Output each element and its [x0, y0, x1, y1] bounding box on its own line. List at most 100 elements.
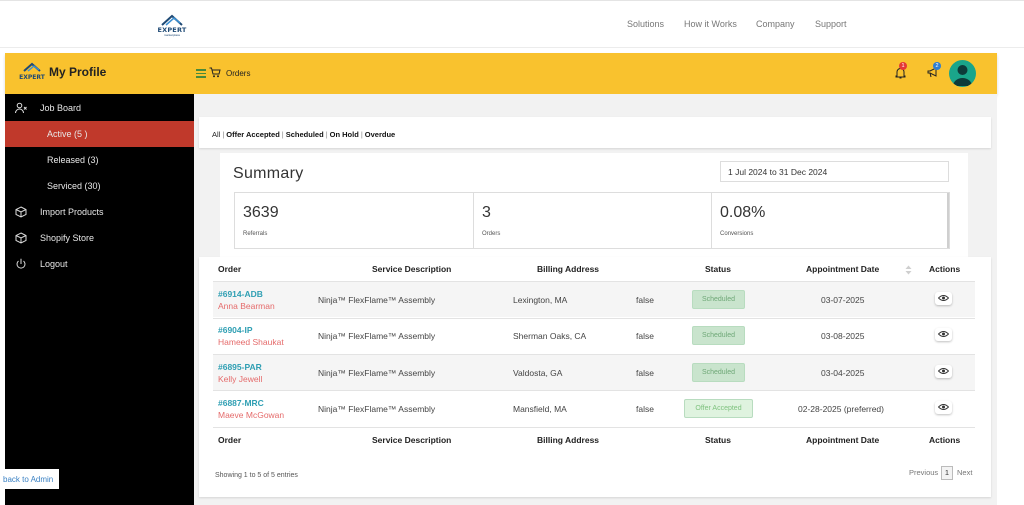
filter-all[interactable]: All: [212, 130, 220, 139]
flag-value: false: [636, 331, 654, 341]
sidebar-item-label: Logout: [40, 259, 68, 269]
box-icon: [15, 206, 27, 218]
eye-icon: [938, 295, 949, 301]
stat-label: Referrals: [243, 231, 268, 237]
service-description: Ninja™ FlexFlame™ Assembly: [318, 295, 436, 305]
stat-conversions: 0.08% Conversions: [712, 193, 949, 248]
stat-value: 3: [482, 204, 491, 221]
avatar[interactable]: [949, 60, 976, 87]
sidebar-item-logout[interactable]: Logout: [5, 251, 194, 277]
entries-info: Showing 1 to 5 of 5 entries: [215, 472, 298, 479]
sidebar-item-shopify-store[interactable]: Shopify Store: [5, 225, 194, 251]
svg-text:EXPERT: EXPERT: [19, 74, 46, 81]
house-roof-icon: EXPERT: [19, 62, 46, 81]
stat-referrals: 3639 Referrals: [235, 193, 474, 248]
filter-on-hold[interactable]: On Hold: [330, 130, 359, 139]
customer-name: Anna Bearman: [218, 301, 275, 311]
status-filter-bar: All | Offer Accepted | Scheduled | On Hold | Ove…: [199, 117, 991, 148]
nav-how-it-works[interactable]: How it Works: [684, 19, 737, 29]
billing-address: Lexington, MA: [513, 295, 568, 305]
service-description: Ninja™ FlexFlame™ Assembly: [318, 404, 436, 414]
pager-next[interactable]: Next: [957, 468, 972, 477]
house-roof-icon: [161, 14, 183, 26]
status-badge: Scheduled: [692, 290, 745, 309]
box-icon: [15, 232, 27, 244]
sidebar-item-label: Shopify Store: [40, 233, 95, 243]
order-id-link[interactable]: #6895-PAR: [218, 362, 262, 372]
billing-address: Mansfield, MA: [513, 404, 567, 414]
view-order-button[interactable]: [935, 292, 952, 305]
customer-name: Kelly Jewell: [218, 374, 263, 384]
brand-sub: marketplace: [163, 33, 181, 37]
appointment-date: 02-28-2025 (preferred): [798, 404, 884, 414]
filter-overdue[interactable]: Overdue: [365, 130, 395, 139]
sidebar: Job Board Active (5 ) Released (3) Servi…: [5, 94, 194, 505]
back-to-admin-link[interactable]: back to Admin: [0, 469, 59, 489]
sidebar-item-label: Import Products: [40, 207, 104, 217]
notifications-badge: 1: [899, 62, 907, 70]
filter-scheduled[interactable]: Scheduled: [286, 130, 324, 139]
flag-value: false: [636, 295, 654, 305]
stat-orders: 3 Orders: [474, 193, 712, 248]
sidebar-item-label: Active (5 ): [47, 129, 88, 139]
page-title: My Profile: [49, 65, 107, 79]
nav-support[interactable]: Support: [815, 19, 847, 29]
pager-previous[interactable]: Previous: [909, 468, 938, 477]
sort-icon[interactable]: [905, 265, 912, 275]
col-footer-appointment: Appointment Date: [806, 435, 880, 445]
sidebar-item-serviced[interactable]: Serviced (30): [5, 173, 194, 199]
announcements-badge: 2: [933, 62, 941, 70]
stat-label: Orders: [482, 231, 501, 237]
breadcrumb-orders: Orders: [226, 69, 251, 78]
stat-value: 0.08%: [720, 204, 766, 221]
menu-toggle-icon[interactable]: [196, 69, 206, 78]
sidebar-item-label: Serviced (30): [47, 181, 101, 191]
user-avatar-icon: [953, 65, 972, 86]
eye-icon: [938, 368, 949, 374]
stat-label: Conversions: [720, 231, 754, 237]
service-description: Ninja™ FlexFlame™ Assembly: [318, 368, 436, 378]
order-id-link[interactable]: #6904-IP: [218, 325, 253, 335]
order-id-link[interactable]: #6914-ADB: [218, 289, 263, 299]
filter-offer-accepted[interactable]: Offer Accepted: [226, 130, 280, 139]
col-footer-actions: Actions: [929, 435, 961, 445]
nav-company[interactable]: Company: [756, 19, 795, 29]
billing-address: Valdosta, GA: [513, 368, 563, 378]
col-header-service[interactable]: Service Description: [372, 264, 451, 274]
date-range-picker[interactable]: 1 Jul 2024 to 31 Dec 2024: [720, 161, 949, 182]
appointment-date: 03-04-2025: [821, 368, 865, 378]
header-logo[interactable]: EXPERT: [18, 59, 46, 87]
summary-title: Summary: [233, 165, 304, 182]
col-header-order[interactable]: Order: [218, 264, 241, 274]
brand-logo[interactable]: EXPERT marketplace: [152, 13, 192, 37]
col-header-status[interactable]: Status: [705, 264, 731, 274]
col-footer-status: Status: [705, 435, 731, 445]
sidebar-item-active[interactable]: Active (5 ): [5, 121, 194, 147]
top-navbar: EXPERT marketplace Solutions How it Work…: [0, 0, 1024, 48]
status-badge: Offer Accepted: [684, 399, 753, 418]
view-order-button[interactable]: [935, 365, 952, 378]
col-header-appointment[interactable]: Appointment Date: [806, 264, 879, 274]
view-order-button[interactable]: [935, 328, 952, 341]
stat-value: 3639: [243, 204, 279, 221]
col-footer-order: Order: [218, 435, 242, 445]
sidebar-item-label: Released (3): [47, 155, 99, 165]
col-footer-service: Service Description: [372, 435, 452, 445]
nav-solutions[interactable]: Solutions: [627, 19, 664, 29]
sidebar-item-import-products[interactable]: Import Products: [5, 199, 194, 225]
col-header-actions: Actions: [929, 264, 961, 274]
flag-value: false: [636, 404, 654, 414]
billing-address: Sherman Oaks, CA: [513, 331, 587, 341]
flag-value: false: [636, 368, 654, 378]
table-divider: [213, 427, 975, 428]
col-footer-billing: Billing Address: [537, 435, 600, 445]
customer-name: Hameed Shaukat: [218, 337, 284, 347]
sidebar-item-released[interactable]: Released (3): [5, 147, 194, 173]
eye-icon: [938, 404, 949, 410]
eye-icon: [938, 331, 949, 337]
sidebar-item-job-board[interactable]: Job Board: [5, 95, 194, 121]
order-id-link[interactable]: #6887-MRC: [218, 398, 264, 408]
view-order-button[interactable]: [935, 401, 952, 414]
pager-page-1[interactable]: 1: [941, 466, 953, 480]
col-header-billing[interactable]: Billing Address: [537, 264, 599, 274]
